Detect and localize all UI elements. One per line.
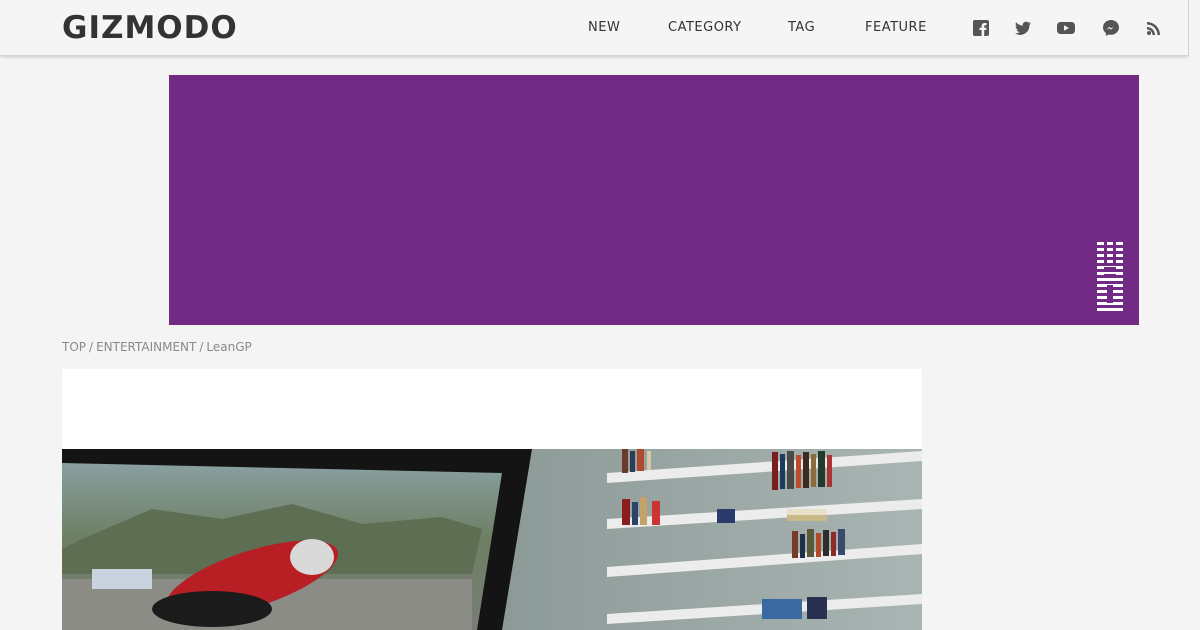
breadcrumb-separator: / — [199, 340, 204, 354]
facebook-icon[interactable] — [971, 18, 991, 38]
hero-photo — [62, 449, 922, 630]
breadcrumb-top[interactable]: TOP — [62, 340, 86, 354]
breadcrumb-entertainment[interactable]: ENTERTAINMENT — [96, 340, 196, 354]
nav-feature[interactable]: FEATURE — [865, 20, 927, 36]
rss-icon[interactable] — [1144, 18, 1164, 38]
article-hero-image[interactable] — [62, 449, 922, 630]
twitter-icon[interactable] — [1013, 18, 1033, 38]
breadcrumb-current: LeanGP — [206, 340, 252, 354]
nav-new[interactable]: NEW — [588, 20, 620, 36]
breadcrumb-separator: / — [89, 340, 94, 354]
article-header-area — [62, 369, 922, 449]
scrollbar[interactable] — [1188, 0, 1200, 56]
gizmodo-logo[interactable]: GIZMODO — [62, 9, 238, 47]
messenger-icon[interactable] — [1101, 18, 1121, 38]
youtube-icon[interactable] — [1056, 18, 1076, 38]
ibm-logo — [1097, 241, 1123, 311]
breadcrumb: TOP / ENTERTAINMENT / LeanGP — [62, 339, 252, 355]
nav-category[interactable]: CATEGORY — [668, 20, 742, 36]
site-header: GIZMODO NEW CATEGORY TAG FEATURE — [0, 0, 1188, 56]
nav-tag[interactable]: TAG — [788, 20, 815, 36]
ad-banner[interactable] — [169, 75, 1139, 325]
